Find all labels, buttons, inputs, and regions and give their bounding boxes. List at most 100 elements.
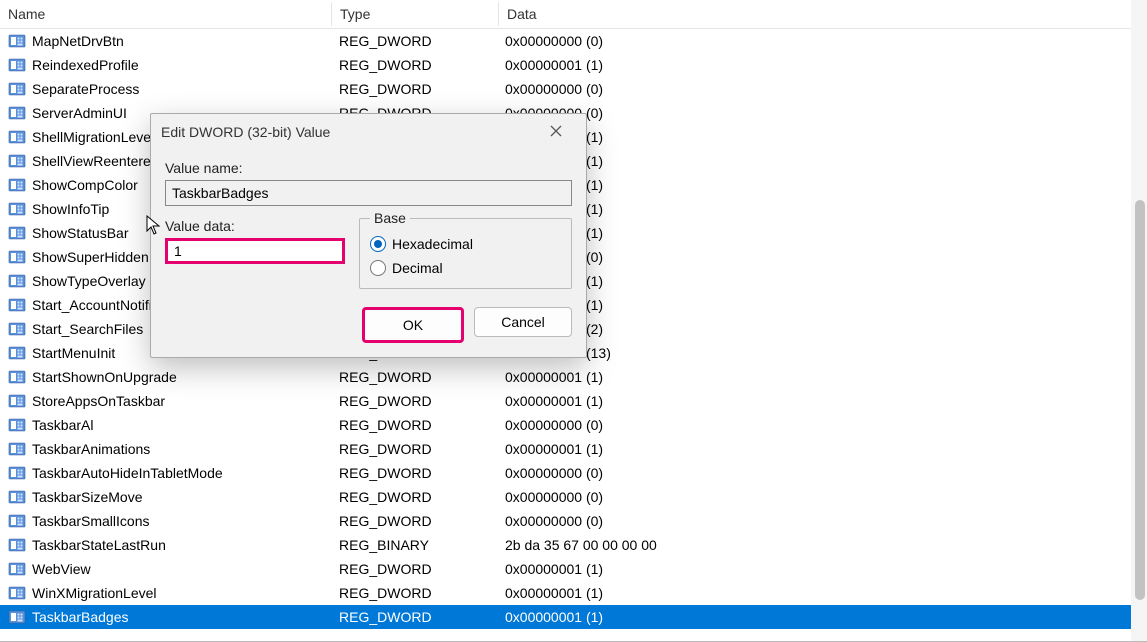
registry-dword-icon [8, 248, 26, 266]
value-name-text: ShellViewReentered [32, 153, 159, 169]
value-data-text: 0x00000001 (1) [497, 201, 1147, 217]
table-row[interactable]: TaskbarStateLastRunREG_BINARY2b da 35 67… [0, 533, 1147, 557]
value-data-text: 2b da 35 67 00 00 00 00 [497, 537, 1147, 553]
value-data-text: 0x0000000d (13) [497, 345, 1147, 361]
value-type-text: REG_DWORD [331, 465, 497, 481]
value-type-text: REG_DWORD [331, 33, 497, 49]
value-name-input[interactable] [165, 180, 572, 206]
registry-dword-icon [8, 488, 26, 506]
table-row[interactable]: SeparateProcessREG_DWORD0x00000000 (0) [0, 77, 1147, 101]
value-data-text: 0x00000001 (1) [497, 393, 1147, 409]
value-name-text: ShowInfoTip [32, 201, 109, 217]
radio-icon [370, 236, 386, 252]
value-type-text: REG_DWORD [331, 393, 497, 409]
radio-icon [370, 260, 386, 276]
value-name-text: ShowSuperHidden [32, 249, 149, 265]
registry-dword-icon [8, 344, 26, 362]
table-row[interactable]: TaskbarAnimationsREG_DWORD0x00000001 (1) [0, 437, 1147, 461]
table-row[interactable]: WebView REG_DWORD0x00000001 (1) [0, 557, 1147, 581]
value-data-text: 0x00000001 (1) [497, 57, 1147, 73]
value-data-text: 0x00000001 (1) [497, 609, 1147, 625]
value-data-text: 0x00000001 (1) [497, 177, 1147, 193]
table-row[interactable]: TaskbarSmallIconsREG_DWORD0x00000000 (0) [0, 509, 1147, 533]
value-data-text: 0x00000001 (1) [497, 561, 1147, 577]
registry-dword-icon [8, 128, 26, 146]
value-type-text: REG_DWORD [331, 609, 497, 625]
registry-dword-icon [8, 560, 26, 578]
ok-button[interactable]: OK [362, 307, 464, 343]
value-data-text: 0x00000000 (0) [497, 489, 1147, 505]
radio-decimal[interactable]: Decimal [370, 256, 561, 280]
value-name-text: ShowTypeOverlay [32, 273, 146, 289]
table-row[interactable]: ReindexedProfileREG_DWORD0x00000001 (1) [0, 53, 1147, 77]
value-type-text: REG_DWORD [331, 81, 497, 97]
value-type-text: REG_DWORD [331, 417, 497, 433]
column-header-name[interactable]: Name [0, 2, 332, 26]
table-row[interactable]: WinXMigrationLevel REG_DWORD0x00000001 (1… [0, 581, 1147, 605]
value-name-text: WebView [32, 561, 91, 577]
value-name-label: Value name: [165, 160, 572, 176]
value-data-text: 0x00000001 (1) [497, 225, 1147, 241]
registry-dword-icon [8, 224, 26, 242]
value-data-label: Value data: [165, 218, 345, 234]
value-name-text: StoreAppsOnTaskbar [32, 393, 165, 409]
dialog-button-row: OK Cancel [151, 289, 586, 357]
value-data-input[interactable] [165, 238, 345, 264]
radio-dec-label: Decimal [392, 260, 443, 276]
value-data-text: 0x00000000 (0) [497, 249, 1147, 265]
value-data-text: 0x00000001 (1) [497, 585, 1147, 601]
value-name-text: StartShownOnUpgrade [32, 369, 177, 385]
registry-dword-icon [8, 152, 26, 170]
value-data-text: 0x00000002 (2) [497, 321, 1147, 337]
value-data-text: 0x00000000 (0) [497, 33, 1147, 49]
table-row[interactable]: StoreAppsOnTaskbar REG_DWORD0x00000001 (1… [0, 389, 1147, 413]
table-row[interactable]: TaskbarBadgesREG_DWORD0x00000001 (1) [0, 605, 1147, 629]
registry-dword-icon [8, 104, 26, 122]
value-data-text: 0x00000001 (1) [497, 441, 1147, 457]
table-row[interactable]: TaskbarSizeMoveREG_DWORD0x00000000 (0) [0, 485, 1147, 509]
value-type-text: REG_DWORD [331, 561, 497, 577]
radio-hexadecimal[interactable]: Hexadecimal [370, 232, 561, 256]
registry-dword-icon [8, 512, 26, 530]
registry-dword-icon [8, 56, 26, 74]
dialog-close-button[interactable] [536, 117, 576, 147]
registry-dword-icon [8, 392, 26, 410]
value-type-text: REG_BINARY [331, 537, 497, 553]
value-data-text: 0x00000001 (1) [497, 153, 1147, 169]
value-type-text: REG_DWORD [331, 585, 497, 601]
edit-dword-dialog: Edit DWORD (32-bit) Value Value name: Va… [150, 113, 587, 358]
table-row[interactable]: StartShownOnUpgradeREG_DWORD0x00000001 (… [0, 365, 1147, 389]
value-type-text: REG_DWORD [331, 489, 497, 505]
table-row[interactable]: TaskbarAlREG_DWORD0x00000000 (0) [0, 413, 1147, 437]
registry-dword-icon [8, 200, 26, 218]
value-data-text: 0x00000001 (1) [497, 273, 1147, 289]
value-name-text: ServerAdminUI [32, 105, 127, 121]
value-name-text: ShowCompColor [32, 177, 138, 193]
table-row[interactable]: TaskbarAutoHideInTabletModeREG_DWORD0x00… [0, 461, 1147, 485]
value-data-text: 0x00000001 (1) [497, 369, 1147, 385]
value-type-text: REG_DWORD [331, 513, 497, 529]
cancel-button[interactable]: Cancel [474, 307, 572, 337]
column-header-type[interactable]: Type [332, 2, 499, 26]
value-type-text: REG_DWORD [331, 57, 497, 73]
vertical-scrollbar[interactable] [1131, 0, 1147, 641]
registry-dword-icon [8, 440, 26, 458]
table-row[interactable]: MapNetDrvBtnREG_DWORD0x00000000 (0) [0, 29, 1147, 53]
registry-dword-icon [8, 320, 26, 338]
value-data-text: 0x00000001 (1) [497, 129, 1147, 145]
column-header-data[interactable]: Data [499, 2, 1147, 26]
value-data-text: 0x00000000 (0) [497, 417, 1147, 433]
registry-dword-icon [8, 584, 26, 602]
registry-dword-icon [8, 464, 26, 482]
value-name-text: TaskbarSmallIcons [32, 513, 150, 529]
value-name-text: ShellMigrationLevel [32, 129, 154, 145]
registry-dword-icon [8, 80, 26, 98]
scroll-thumb[interactable] [1135, 200, 1145, 600]
close-icon [550, 124, 562, 140]
registry-dword-icon [8, 416, 26, 434]
value-name-text: WinXMigrationLevel [32, 585, 157, 601]
column-headers: Name Type Data [0, 0, 1147, 29]
value-name-text: SeparateProcess [32, 81, 139, 97]
dialog-titlebar[interactable]: Edit DWORD (32-bit) Value [151, 114, 586, 150]
registry-dword-icon [8, 536, 26, 554]
